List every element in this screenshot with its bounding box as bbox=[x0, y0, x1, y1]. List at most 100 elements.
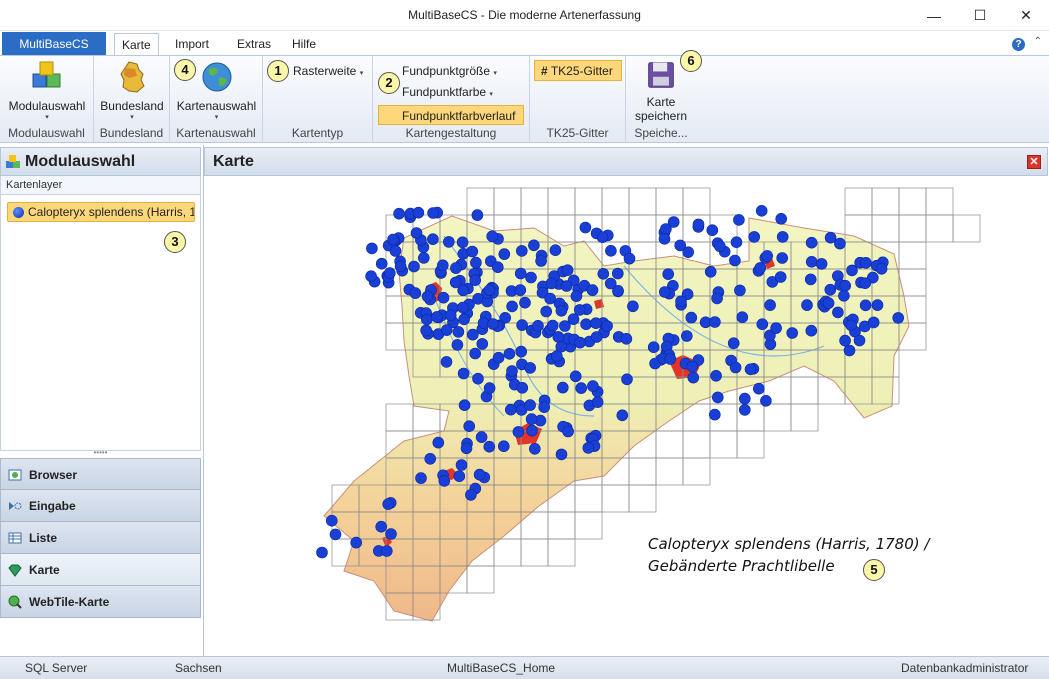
occurrence-point bbox=[587, 380, 599, 392]
occurrence-point bbox=[350, 536, 362, 549]
occurrence-point bbox=[387, 233, 399, 246]
grid-cell bbox=[898, 214, 927, 243]
occurrence-point bbox=[457, 367, 470, 380]
occurrence-point bbox=[475, 431, 488, 443]
rasterweite-dropdown[interactable]: Rasterweite ▾ bbox=[293, 64, 363, 78]
occurrence-point bbox=[476, 338, 489, 350]
window-title: MultiBaseCS - Die moderne Artenerfassung bbox=[408, 8, 641, 22]
occurrence-point bbox=[711, 391, 724, 404]
tab-import[interactable]: Import bbox=[168, 35, 216, 56]
tab-karte[interactable]: Karte bbox=[114, 33, 159, 57]
map-panel-title: Karte bbox=[213, 153, 254, 170]
occurrence-point bbox=[590, 317, 602, 329]
occurrence-point bbox=[729, 254, 741, 267]
dropdown-arrow-icon: ▾ bbox=[489, 91, 493, 98]
dropdown-arrow-icon: ▾ bbox=[359, 70, 364, 77]
fundpunktfarbverlauf-button[interactable]: Fundpunktfarbverlauf bbox=[378, 105, 524, 125]
occurrence-point bbox=[686, 360, 699, 373]
ribbon-tab-row: MultiBaseCS Karte Import Extras Hilfe ? … bbox=[0, 31, 1049, 57]
maximize-button[interactable]: ☐ bbox=[957, 0, 1003, 31]
layer-item[interactable]: Calopteryx splendens (Harris, 1780) bbox=[7, 202, 195, 222]
help-icon[interactable]: ? bbox=[1012, 38, 1025, 51]
grid-cell bbox=[682, 187, 711, 216]
ribbon-collapse-icon[interactable]: ⌃ bbox=[1034, 36, 1042, 47]
fundpunktfarbe-label: Fundpunktfarbe bbox=[402, 85, 487, 99]
occurrence-point bbox=[675, 295, 687, 308]
browser-icon bbox=[8, 469, 22, 481]
map-gem-icon bbox=[8, 564, 22, 577]
modulauswahl-button[interactable]: Modulauswahl ▾ bbox=[4, 60, 90, 121]
app-menu-tab[interactable]: MultiBaseCS bbox=[2, 32, 106, 56]
grid-cell bbox=[682, 430, 711, 459]
occurrence-point bbox=[805, 236, 818, 249]
occurrence-point bbox=[525, 271, 537, 284]
occurrence-point bbox=[440, 356, 453, 368]
grid-cell bbox=[520, 187, 549, 216]
grid-cell bbox=[493, 538, 522, 567]
occurrence-point bbox=[708, 408, 721, 421]
grid-cell bbox=[574, 484, 603, 513]
occurrence-point bbox=[596, 231, 609, 244]
tab-hilfe[interactable]: Hilfe bbox=[285, 35, 323, 56]
grid-cell bbox=[844, 187, 873, 216]
occurrence-point bbox=[834, 237, 846, 250]
tab-extras[interactable]: Extras bbox=[230, 35, 278, 56]
map-panel: Karte ✕ Calopteryx splendens (Harris, 17… bbox=[203, 145, 1049, 656]
minimize-button[interactable]: — bbox=[911, 0, 957, 31]
occurrence-point bbox=[748, 231, 761, 243]
occurrence-point bbox=[503, 348, 516, 360]
group-label-bundesland: Bundesland bbox=[99, 126, 164, 140]
occurrence-point bbox=[570, 290, 583, 302]
status-region: Sachsen bbox=[175, 661, 222, 675]
module-panel: Modulauswahl Kartenlayer Calopteryx sple… bbox=[0, 145, 203, 656]
occurrence-point bbox=[560, 280, 573, 292]
occurrence-point bbox=[546, 319, 559, 332]
group-bundesland: Bundesland ▾ Bundesland bbox=[94, 56, 170, 143]
fundpunktgroesse-dropdown[interactable]: Fundpunktgröße ▾ bbox=[402, 64, 497, 78]
nav-eingabe[interactable]: Eingabe bbox=[0, 490, 201, 522]
bundesland-button[interactable]: Bundesland ▾ bbox=[98, 60, 166, 121]
occurrence-point bbox=[704, 266, 717, 278]
grid-cell bbox=[466, 565, 495, 594]
nav-karte-label: Karte bbox=[29, 563, 60, 577]
occurrence-point bbox=[738, 392, 751, 405]
close-button[interactable]: ✕ bbox=[1003, 0, 1049, 31]
fundpunktfarbe-dropdown[interactable]: Fundpunktfarbe ▾ bbox=[402, 85, 493, 99]
occurrence-point bbox=[409, 287, 422, 299]
group-tk25: # TK25-Gitter TK25-Gitter bbox=[530, 56, 626, 143]
occurrence-point bbox=[456, 236, 469, 249]
occurrence-point bbox=[465, 489, 477, 501]
grid-cell bbox=[493, 187, 522, 216]
occurrence-point bbox=[853, 334, 866, 347]
nav-browser[interactable]: Browser bbox=[0, 458, 201, 490]
occurrence-point bbox=[730, 236, 743, 248]
karte-speichern-label-1: Karte bbox=[646, 95, 676, 109]
nav-webtile-karte[interactable]: WebTile-Karte bbox=[0, 586, 201, 618]
close-icon[interactable]: ✕ bbox=[1027, 155, 1041, 169]
grid-cell bbox=[790, 376, 819, 405]
title-bar: MultiBaseCS - Die moderne Artenerfassung… bbox=[0, 0, 1049, 31]
occurrence-point bbox=[545, 277, 558, 290]
occurrence-point bbox=[776, 231, 789, 243]
occurrence-point bbox=[770, 322, 782, 334]
occurrence-point bbox=[801, 299, 813, 311]
grid-cell bbox=[871, 214, 900, 243]
occurrence-point bbox=[892, 312, 905, 324]
grid-cell bbox=[574, 187, 603, 216]
occurrence-point bbox=[776, 252, 789, 264]
nav-liste[interactable]: Liste bbox=[0, 522, 201, 554]
karte-speichern-button[interactable]: Karte speichern bbox=[630, 60, 692, 123]
tk25-gitter-button[interactable]: # TK25-Gitter bbox=[534, 60, 622, 81]
group-label-speichern: Speiche... bbox=[634, 126, 688, 140]
occurrence-point bbox=[714, 240, 726, 253]
occurrence-point bbox=[871, 299, 884, 311]
nav-karte[interactable]: Karte bbox=[0, 554, 201, 586]
distribution-map[interactable] bbox=[204, 176, 1048, 656]
occurrence-point bbox=[457, 301, 469, 314]
grid-cell bbox=[952, 214, 981, 243]
occurrence-point bbox=[824, 283, 837, 296]
grid-cell bbox=[790, 403, 819, 432]
panel-splitter[interactable]: ••••• bbox=[0, 449, 201, 458]
occurrence-point bbox=[605, 245, 617, 257]
status-database: MultiBaseCS_Home bbox=[447, 661, 556, 675]
